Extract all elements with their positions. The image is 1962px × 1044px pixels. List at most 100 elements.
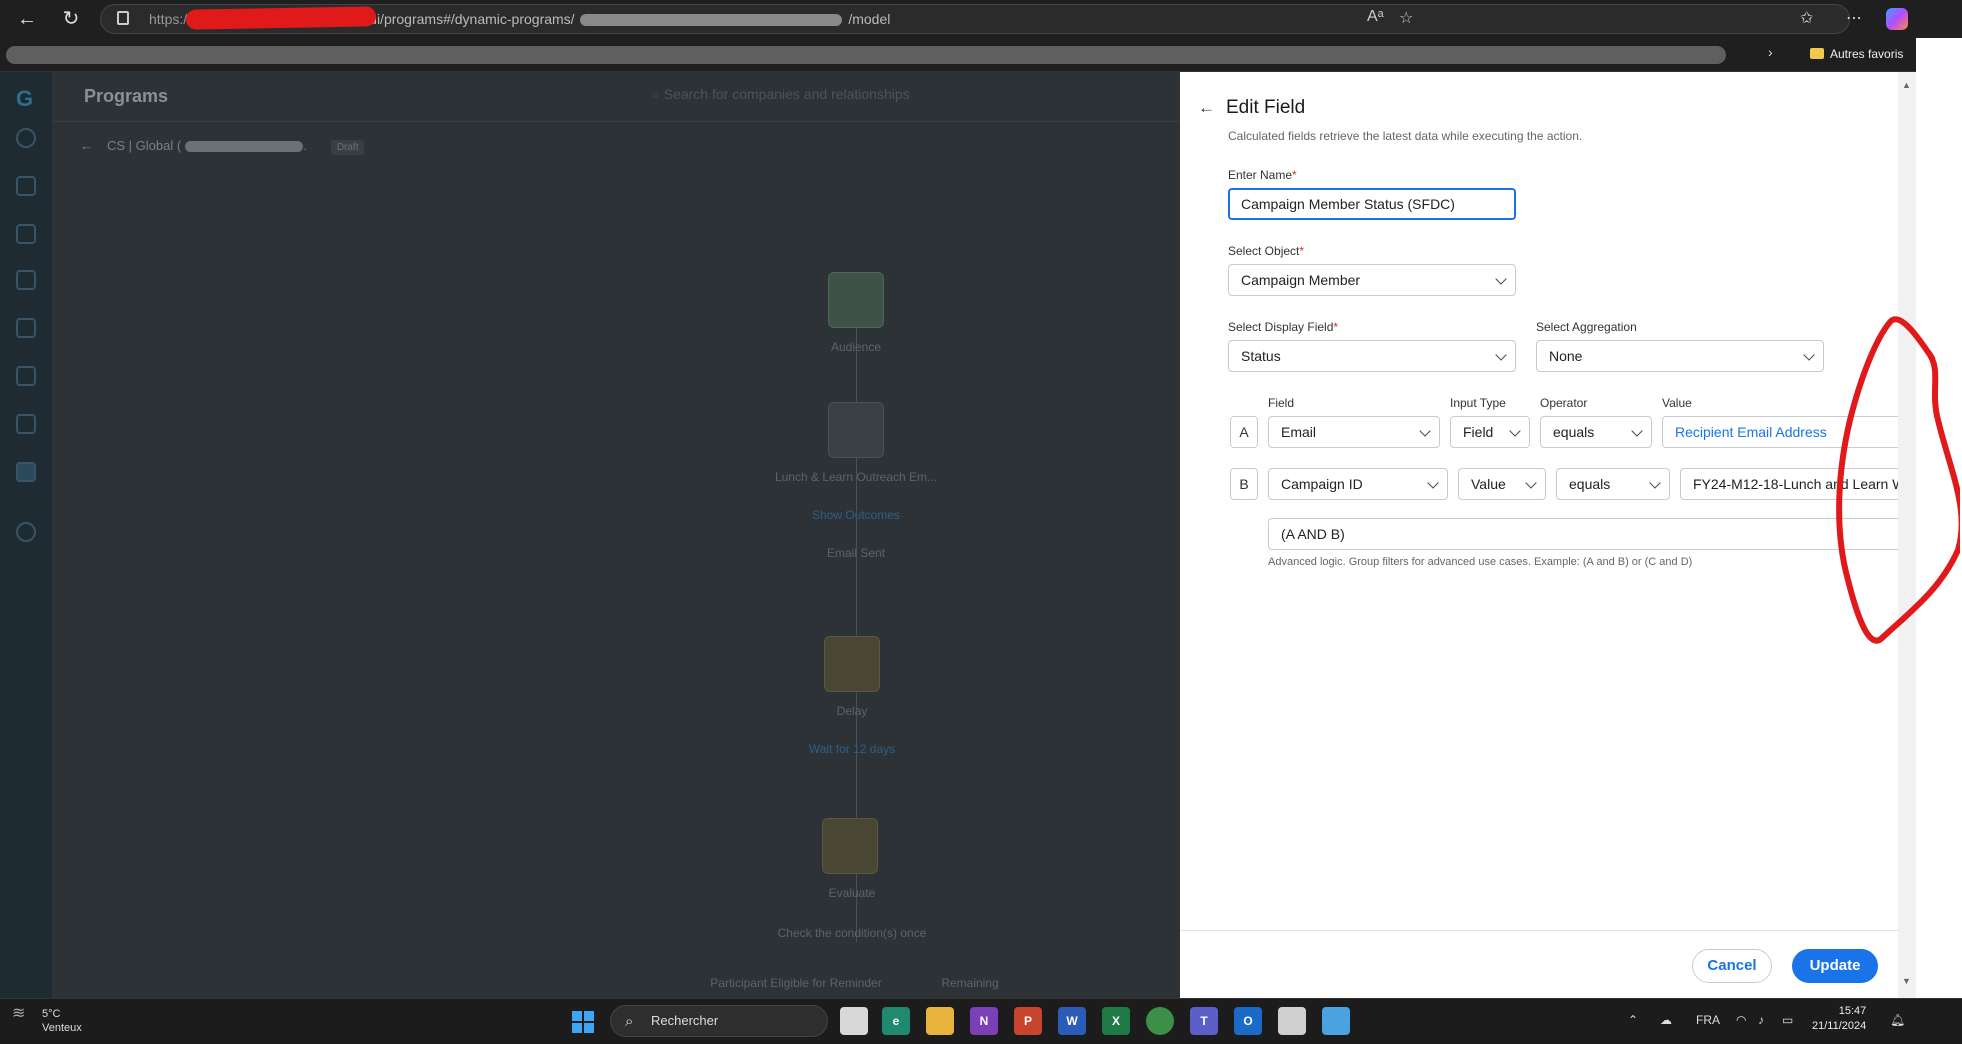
email-node[interactable] [828, 402, 884, 458]
name-input[interactable]: Campaign Member Status (SFDC) [1228, 188, 1516, 220]
folder-icon [1810, 48, 1824, 59]
powerpoint-icon[interactable]: P [1014, 1007, 1042, 1035]
filter-letter: A [1230, 416, 1258, 448]
back-arrow-icon[interactable]: ← [1198, 98, 1215, 118]
weather-widget[interactable]: ≋ 5°C Venteux [12, 1005, 82, 1035]
onedrive-icon[interactable]: ☁ [1660, 1013, 1672, 1027]
filter-input-type-select[interactable]: Value [1458, 468, 1546, 500]
list-icon[interactable] [16, 270, 36, 290]
filter-field-select[interactable]: Email [1268, 416, 1440, 448]
object-select[interactable]: Campaign Member [1228, 264, 1516, 296]
dashboard-icon[interactable] [16, 224, 36, 244]
name-label: Enter Name* [1228, 168, 1297, 182]
show-outcomes-link[interactable]: Show Outcomes [776, 508, 936, 522]
programs-icon[interactable] [16, 462, 36, 482]
panel-title: Edit Field [1226, 97, 1306, 118]
node-label: Audience [830, 340, 882, 354]
back-arrow-icon[interactable]: ← [14, 6, 40, 32]
page-title: Programs [84, 86, 169, 106]
chevron-down-icon [1631, 425, 1643, 437]
wait-link[interactable]: Wait for 12 days [770, 742, 934, 756]
redacted-bookmarks [6, 46, 1726, 64]
redacted-name [185, 141, 304, 153]
onenote-icon[interactable]: N [970, 1007, 998, 1035]
notepad-icon[interactable] [1322, 1007, 1350, 1035]
filter-operator-select[interactable]: equals [1556, 468, 1670, 500]
search-icon: ⌕ [625, 1013, 634, 1030]
battery-icon[interactable]: ▭ [1782, 1013, 1793, 1027]
chart-icon[interactable] [16, 414, 36, 434]
app-background: G Programs ⌕ Search for companies and re… [0, 72, 1180, 998]
wifi-icon[interactable]: ◠ [1736, 1013, 1746, 1027]
input-type-header: Input Type [1450, 396, 1506, 410]
more-menu-icon[interactable]: ⋯ [1846, 8, 1862, 28]
target-icon[interactable] [16, 366, 36, 386]
node-label: Evaluate [828, 886, 876, 900]
chevron-down-icon [1427, 477, 1439, 489]
filter-letter: B [1230, 468, 1258, 500]
chevron-right-icon[interactable]: › [1768, 44, 1773, 60]
reload-icon[interactable]: ↻ [58, 6, 84, 32]
word-icon[interactable]: W [1058, 1007, 1086, 1035]
search-icon[interactable] [16, 128, 36, 148]
volume-icon[interactable]: ♪ [1758, 1013, 1764, 1027]
red-redaction-mark [185, 6, 377, 30]
notification-bell-icon[interactable]: 🔔︎ [1890, 1013, 1905, 1027]
windows-taskbar: ≋ 5°C Venteux ⌕ Rechercher e N P W X T O ⌃… [0, 998, 1962, 1044]
back-arrow-icon[interactable]: ← [80, 138, 93, 153]
node-label: Check the condition(s) once [777, 926, 927, 940]
audience-node[interactable] [828, 272, 884, 328]
windows-start-icon[interactable] [572, 1011, 594, 1033]
filter-operator-select[interactable]: equals [1540, 416, 1652, 448]
panel-subtitle: Calculated fields retrieve the latest da… [1228, 129, 1583, 143]
excel-icon[interactable]: X [1102, 1007, 1130, 1035]
bookmarks-bar: › Autres favoris [0, 38, 1962, 72]
edge-icon[interactable]: e [882, 1007, 910, 1035]
chevron-down-icon [1803, 349, 1815, 361]
global-search[interactable]: ⌕ Search for companies and relationships [652, 86, 910, 103]
outlook-icon[interactable]: O [1234, 1007, 1262, 1035]
taskbar-search[interactable]: ⌕ Rechercher [610, 1005, 828, 1037]
redacted-url-segment [580, 14, 843, 27]
evaluate-node[interactable] [822, 818, 878, 874]
snipping-tool-icon[interactable] [1278, 1007, 1306, 1035]
chrome-icon[interactable] [1146, 1007, 1174, 1035]
operator-header: Operator [1540, 396, 1588, 410]
teams-icon[interactable]: T [1190, 1007, 1218, 1035]
file-explorer-icon[interactable] [926, 1007, 954, 1035]
delay-node[interactable] [824, 636, 880, 692]
status-badge: Draft [330, 140, 365, 155]
aggregation-label: Select Aggregation [1536, 320, 1637, 334]
bookmark-folder[interactable]: Autres favoris [1810, 47, 1903, 61]
display-field-select[interactable]: Status [1228, 340, 1516, 372]
language-indicator[interactable]: FRA [1696, 1013, 1720, 1027]
read-aloud-icon[interactable]: Aᵃ [1367, 8, 1384, 26]
clock[interactable]: 15:47 21/11/2024 [1812, 1004, 1866, 1034]
advanced-logic-input[interactable]: (A AND B) [1268, 518, 1898, 550]
scroll-down-icon[interactable]: ▼ [1902, 976, 1911, 986]
aggregation-select[interactable]: None [1536, 340, 1824, 372]
filter-field-select[interactable]: Campaign ID [1268, 468, 1448, 500]
cancel-button[interactable]: Cancel [1692, 949, 1772, 983]
field-header: Field [1268, 396, 1295, 410]
filter-input-type-select[interactable]: Field [1450, 416, 1530, 448]
left-nav-rail: G [0, 72, 52, 998]
object-label: Select Object* [1228, 244, 1305, 258]
display-field-label: Select Display Field* [1228, 320, 1339, 334]
home-icon[interactable] [16, 176, 36, 196]
wind-icon: ≋ [12, 1005, 26, 1022]
task-view-icon[interactable] [840, 1007, 868, 1035]
footer-divider [1180, 930, 1898, 931]
chevron-up-icon[interactable]: ⌃ [1628, 1013, 1638, 1027]
favorite-star-icon[interactable]: ☆ [1399, 8, 1413, 28]
advanced-logic-hint: Advanced logic. Group filters for advanc… [1268, 556, 1693, 568]
lock-icon [117, 11, 129, 25]
favorites-icon[interactable]: ✩ [1800, 8, 1813, 28]
copilot-icon[interactable] [1886, 8, 1908, 30]
scroll-up-icon[interactable]: ▲ [1902, 80, 1911, 90]
breadcrumb: ← CS | Global (. Draft [80, 138, 365, 155]
chevron-down-icon [1525, 477, 1537, 489]
update-button[interactable]: Update [1792, 949, 1878, 983]
camera-icon[interactable] [16, 318, 36, 338]
settings-gear-icon[interactable] [16, 522, 36, 542]
